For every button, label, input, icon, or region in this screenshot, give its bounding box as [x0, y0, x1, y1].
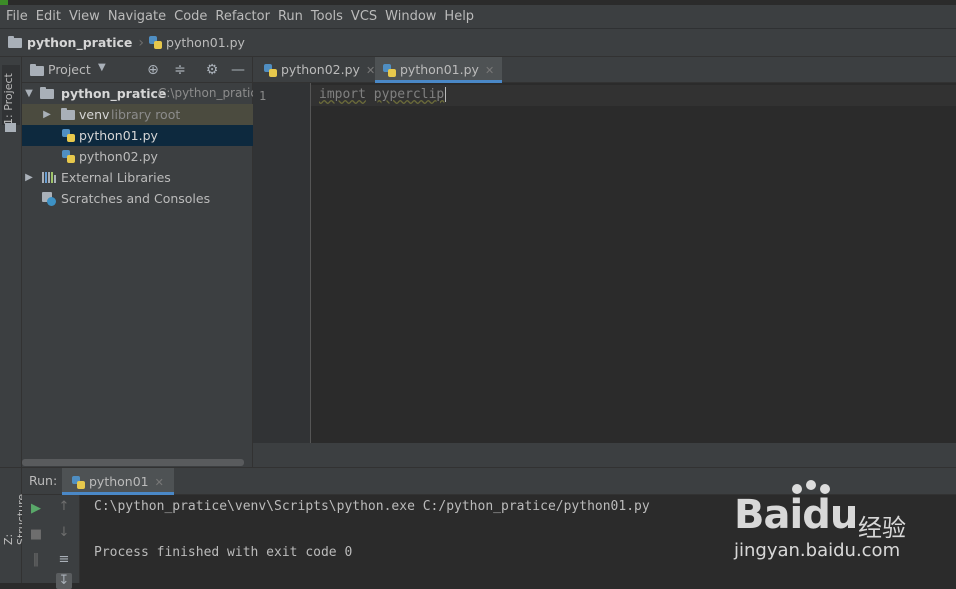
tool-tab-project[interactable]: 1: Project: [2, 65, 20, 125]
project-view-icon: [30, 64, 44, 76]
chevron-down-icon[interactable]: ▼: [98, 62, 106, 73]
menu-edit[interactable]: Edit: [32, 5, 65, 28]
tree-root[interactable]: ▼ python_pratice C:\python_pratic: [22, 83, 253, 104]
project-view-selector[interactable]: Project: [48, 62, 91, 77]
scratches-icon: [42, 192, 56, 206]
menu-navigate[interactable]: Navigate: [104, 5, 170, 28]
menu-bar: File Edit View Navigate Code Refactor Ru…: [0, 5, 956, 28]
watermark-brand: Baidu: [734, 492, 858, 538]
folder-icon: [8, 35, 22, 48]
soft-wrap-icon[interactable]: ≡: [56, 552, 72, 568]
tool-tab-structure[interactable]: Z: Structure: [2, 485, 28, 545]
tab-label: python02.py: [281, 62, 360, 77]
locate-icon[interactable]: ⊕: [145, 62, 161, 78]
tab-label: python01.py: [400, 62, 479, 77]
code-module: pyperclip: [373, 87, 445, 102]
python-file-icon: [62, 129, 75, 142]
menu-help[interactable]: Help: [440, 5, 478, 28]
breadcrumb: python_pratice › python01.py: [0, 28, 956, 57]
arrow-up-icon[interactable]: ↑: [56, 499, 72, 515]
close-icon[interactable]: ✕: [366, 64, 375, 77]
tree-item-external-libraries[interactable]: ▶ External Libraries: [22, 167, 253, 188]
breadcrumb-project[interactable]: python_pratice: [27, 35, 132, 50]
project-panel-header: Project ▼ ⊕ ≑ ⚙ —: [22, 57, 253, 83]
line-number: 1: [259, 89, 267, 103]
external-libraries-label: External Libraries: [61, 170, 171, 185]
venv-note: library root: [111, 107, 181, 122]
run-tab-label: python01: [89, 474, 149, 489]
gear-icon[interactable]: ⚙: [204, 62, 220, 78]
folder-icon: [61, 108, 75, 120]
collapse-all-icon[interactable]: ≑: [172, 62, 188, 78]
horizontal-scrollbar[interactable]: [22, 459, 244, 466]
run-label: Run:: [29, 473, 58, 488]
python-file-icon: [264, 64, 277, 77]
tab-python01[interactable]: python01.py ✕: [375, 57, 503, 83]
python-file-icon: [62, 150, 75, 163]
code-editor[interactable]: import pyperclip: [311, 83, 956, 443]
file-label: python02.py: [79, 149, 158, 164]
root-path: C:\python_pratic: [158, 86, 253, 100]
project-panel: Project ▼ ⊕ ≑ ⚙ — ▼ python_pratice C:\py…: [22, 57, 253, 467]
tree-item-venv[interactable]: ▶ venv library root: [22, 104, 253, 125]
line-gutter: 1: [253, 83, 311, 443]
folder-icon: [5, 123, 16, 132]
close-icon[interactable]: ✕: [485, 64, 494, 77]
watermark-url: jingyan.baidu.com: [734, 540, 901, 561]
close-icon[interactable]: ✕: [155, 476, 164, 489]
tab-python02[interactable]: python02.py ✕: [256, 57, 383, 83]
scratches-label: Scratches and Consoles: [61, 191, 211, 206]
run-tab-python01[interactable]: python01 ✕: [62, 468, 174, 495]
scroll-to-end-icon[interactable]: ↧: [56, 573, 72, 589]
run-toolbar: ▶ ↑ ■ ↓ ‖ ≡ ↧: [22, 495, 80, 589]
paw-icon: [806, 480, 816, 490]
console-line-command: C:\python_pratice\venv\Scripts\python.ex…: [94, 499, 650, 514]
arrow-down-icon[interactable]: ↓: [56, 525, 72, 541]
venv-label: venv: [79, 107, 110, 122]
baidu-watermark: Baidu 经验 jingyan.baidu.com: [730, 480, 950, 580]
pause-icon[interactable]: ‖: [28, 552, 44, 568]
watermark-cn: 经验: [858, 514, 906, 542]
menu-code[interactable]: Code: [170, 5, 211, 28]
menu-tools[interactable]: Tools: [307, 5, 347, 28]
console-line-result: Process finished with exit code 0: [94, 545, 353, 560]
editor-bottom-area: [253, 443, 956, 467]
menu-file[interactable]: File: [2, 5, 32, 28]
code-keyword: import: [319, 87, 366, 102]
code-line[interactable]: import pyperclip: [319, 87, 447, 102]
folder-icon: [40, 87, 54, 99]
library-icon: [42, 172, 56, 183]
python-file-icon: [383, 64, 396, 77]
menu-window[interactable]: Window: [381, 5, 440, 28]
expanded-arrow-icon[interactable]: ▼: [24, 83, 34, 104]
breadcrumb-file[interactable]: python01.py: [166, 35, 245, 50]
python-file-icon: [149, 36, 163, 49]
tree-item-python01[interactable]: python01.py: [22, 125, 253, 146]
text-caret: [445, 87, 447, 102]
editor-tabs: python02.py ✕ python01.py ✕: [253, 57, 956, 83]
root-name: python_pratice: [61, 86, 167, 101]
breadcrumb-separator-icon: ›: [138, 34, 145, 51]
tree-item-scratches[interactable]: Scratches and Consoles: [22, 188, 253, 209]
stop-icon[interactable]: ■: [28, 527, 44, 543]
file-label: python01.py: [79, 128, 158, 143]
tree-item-python02[interactable]: python02.py: [22, 146, 253, 167]
hide-icon[interactable]: —: [230, 62, 246, 78]
menu-vcs[interactable]: VCS: [347, 5, 381, 28]
collapsed-arrow-icon[interactable]: ▶: [24, 167, 34, 188]
menu-refactor[interactable]: Refactor: [211, 5, 274, 28]
python-file-icon: [72, 476, 85, 489]
menu-view[interactable]: View: [65, 5, 104, 28]
left-tool-stripe: 1: Project Z: Structure: [0, 57, 28, 583]
menu-run[interactable]: Run: [274, 5, 307, 28]
collapsed-arrow-icon[interactable]: ▶: [42, 104, 52, 125]
rerun-icon[interactable]: ▶: [28, 501, 44, 517]
